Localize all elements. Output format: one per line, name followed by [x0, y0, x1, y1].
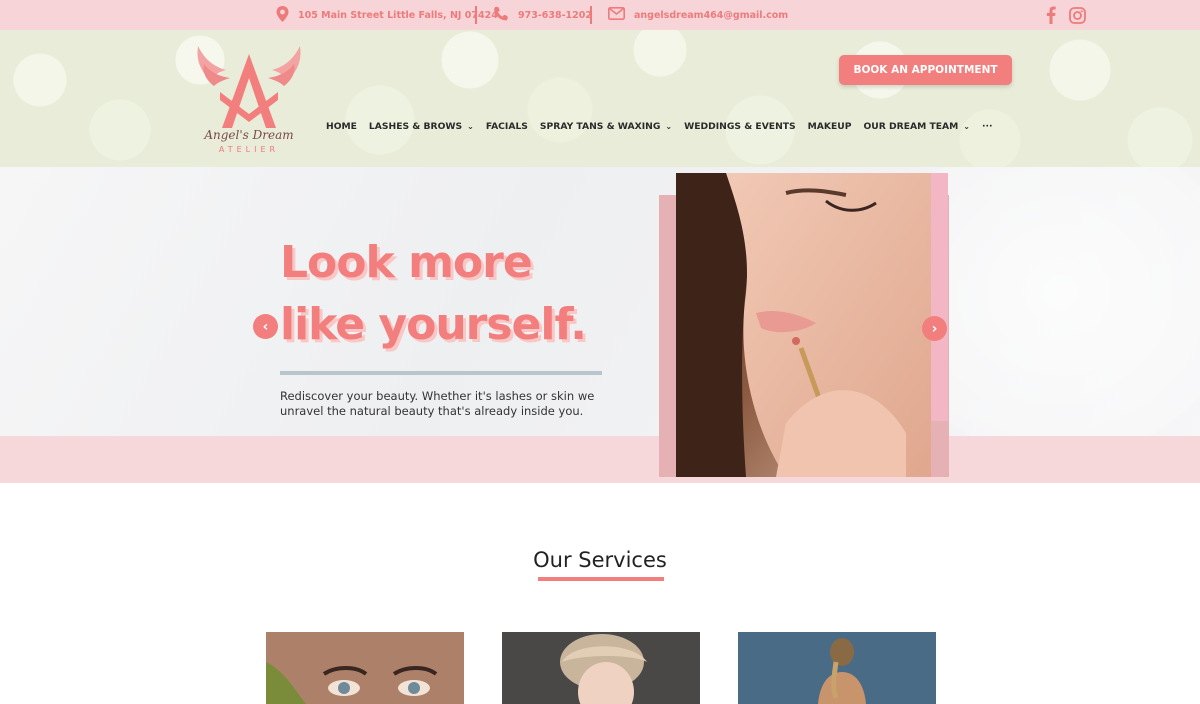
address-item[interactable]: 105 Main Street Little Falls, NJ 07424	[276, 0, 498, 30]
logo-name: Angel's Dream	[204, 128, 294, 142]
facebook-icon[interactable]	[1043, 5, 1059, 25]
nav-more[interactable]: ···	[982, 121, 992, 132]
hero-photo	[676, 173, 931, 477]
hero-slider: Look more like yourself. Rediscover your…	[0, 167, 1200, 483]
slider-next-arrow[interactable]: ›	[922, 316, 947, 341]
book-appointment-button[interactable]: BOOK AN APPOINTMENT	[839, 55, 1012, 85]
map-pin-icon	[276, 5, 289, 25]
logo-subtitle: ATELIER	[218, 145, 280, 154]
separator	[475, 6, 477, 24]
phone-icon	[493, 6, 509, 25]
service-card-weddings[interactable]	[502, 632, 700, 704]
instagram-icon[interactable]	[1067, 5, 1087, 25]
nav-dream-team[interactable]: OUR DREAM TEAM ⌄	[864, 121, 970, 132]
nav-home[interactable]: HOME	[326, 121, 357, 132]
envelope-icon	[608, 7, 625, 23]
site-logo[interactable]: Angel's Dream ATELIER	[192, 40, 312, 160]
nav-lashes-brows[interactable]: LASHES & BROWS ⌄	[369, 121, 474, 132]
slider-prev-arrow[interactable]: ‹	[253, 314, 278, 339]
nav-spray-tans-waxing[interactable]: SPRAY TANS & WAXING ⌄	[540, 121, 672, 132]
phone-item[interactable]: 973-638-1202	[493, 0, 592, 30]
main-nav: HOME LASHES & BROWS ⌄ FACIALS SPRAY TANS …	[326, 119, 1004, 133]
hero-headline-line2: like yourself.	[280, 299, 587, 350]
nav-makeup[interactable]: MAKEUP	[808, 121, 852, 132]
nav-weddings-events[interactable]: WEDDINGS & EVENTS	[684, 121, 796, 132]
email-text: angelsdream464@gmail.com	[634, 9, 789, 21]
site-header: Angel's Dream ATELIER BOOK AN APPOINTMEN…	[0, 30, 1200, 167]
top-contact-bar: 105 Main Street Little Falls, NJ 07424 9…	[0, 0, 1200, 30]
hero-intro-text: Rediscover your beauty. Whether it's las…	[280, 389, 595, 418]
hero-band	[0, 436, 1200, 483]
service-card-spray-tans[interactable]	[738, 632, 936, 704]
service-card-lashes[interactable]	[266, 632, 464, 704]
logo-mark	[197, 46, 301, 128]
hero-divider	[280, 371, 602, 375]
services-underline	[538, 577, 664, 581]
services-heading: Our Services	[533, 548, 667, 572]
chevron-down-icon: ⌄	[467, 121, 474, 131]
chevron-down-icon: ⌄	[665, 121, 673, 131]
hero-headline-line1: Look more	[280, 237, 533, 288]
separator	[590, 6, 592, 24]
nav-facials[interactable]: FACIALS	[486, 121, 528, 132]
phone-text: 973-638-1202	[518, 9, 592, 21]
email-item[interactable]: angelsdream464@gmail.com	[608, 0, 788, 30]
address-text: 105 Main Street Little Falls, NJ 07424	[298, 9, 498, 21]
photo-accent	[931, 173, 948, 421]
chevron-down-icon: ⌄	[963, 121, 970, 131]
